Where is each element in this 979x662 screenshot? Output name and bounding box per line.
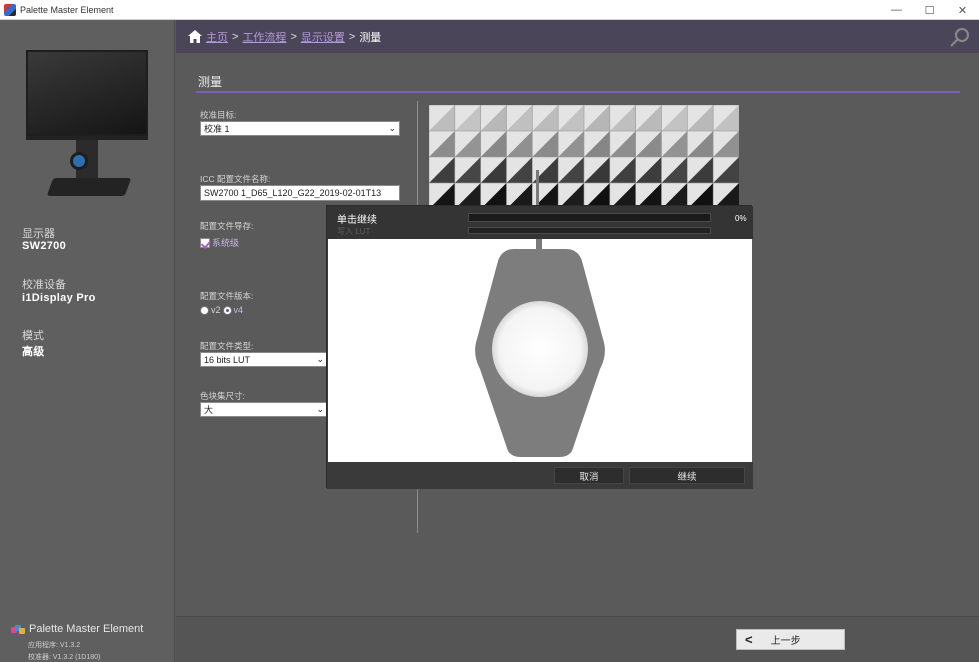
icc-name-field[interactable]: SW2700 1_D65_L120_G22_2019-02-01T13 xyxy=(200,185,400,201)
page-title: 测量 xyxy=(198,75,223,89)
crumb-workflow[interactable]: 工作流程 xyxy=(242,29,286,45)
chevron-down-icon: ⌄ xyxy=(316,354,324,364)
cancel-button[interactable]: 取消 xyxy=(554,467,624,484)
crumb-separator: > xyxy=(232,30,239,43)
device-label: 校准设备 xyxy=(22,279,66,291)
mode-value: 高级 xyxy=(22,346,45,358)
system-level-label: 系统级 xyxy=(212,238,240,248)
monitor-image xyxy=(26,50,150,205)
brand-logo-icon xyxy=(11,624,25,634)
display-value: SW2700 xyxy=(22,240,66,252)
profile-type-label: 配置文件类型: xyxy=(200,341,254,351)
radio-v4-label: v4 xyxy=(233,305,244,315)
crumb-current: 测量 xyxy=(359,31,382,44)
mode-label: 模式 xyxy=(22,330,44,342)
breadcrumb: 主页 > 工作流程 > 显示设置 > 测量 xyxy=(206,29,381,45)
footer-bar: < 上一步 xyxy=(176,616,979,662)
dialog-subtitle: 写入 LUT xyxy=(337,227,371,236)
crumb-display-settings[interactable]: 显示设置 xyxy=(301,29,345,45)
secondary-progress-bar xyxy=(468,227,711,234)
color-patch-grid xyxy=(429,105,739,209)
calibration-target-value: 校准 1 xyxy=(204,124,230,134)
progress-percent: 0% xyxy=(735,214,747,223)
profile-type-select[interactable]: 16 bits LUT ⌄ xyxy=(200,352,328,367)
chevron-left-icon: < xyxy=(745,632,753,647)
patch-size-value: 大 xyxy=(204,405,214,415)
sidebar: 显示器 SW2700 校准设备 i1Display Pro 模式 高级 Pale… xyxy=(0,20,175,662)
profile-type-value: 16 bits LUT xyxy=(204,354,251,365)
checkbox-checked-icon xyxy=(200,237,210,248)
chevron-down-icon: ⌄ xyxy=(388,123,396,133)
minimize-button[interactable]: — xyxy=(880,0,913,20)
icc-name-label: ICC 配置文件名称: xyxy=(200,174,271,184)
search-icon[interactable] xyxy=(949,26,971,48)
profile-version-radios: v2 v4 xyxy=(200,305,243,315)
patch-size-select[interactable]: 大 ⌄ xyxy=(200,402,328,417)
crumb-home[interactable]: 主页 xyxy=(206,29,228,45)
title-divider xyxy=(196,91,960,93)
app-version: 应用程序: V1.3.2 xyxy=(28,642,81,649)
device-value: i1Display Pro xyxy=(22,292,96,304)
radio-v4[interactable] xyxy=(222,305,232,315)
home-icon[interactable] xyxy=(188,30,202,43)
dialog-body xyxy=(328,239,752,462)
calibration-target-select[interactable]: 校准 1 ⌄ xyxy=(200,121,400,136)
profile-version-label: 配置文件版本: xyxy=(200,291,254,301)
progress-bar xyxy=(468,213,711,222)
chevron-down-icon: ⌄ xyxy=(316,404,324,414)
dialog-footer: 取消 继续 xyxy=(327,462,753,489)
calibration-target-label: 校准目标: xyxy=(200,110,237,120)
brand: Palette Master Element xyxy=(11,623,143,635)
radio-v2-label: v2 xyxy=(211,305,221,315)
back-button-label: 上一步 xyxy=(770,636,801,647)
continue-button[interactable]: 继续 xyxy=(629,467,745,484)
breadcrumb-bar: 主页 > 工作流程 > 显示设置 > 测量 xyxy=(176,20,979,53)
crumb-separator: > xyxy=(290,30,297,43)
maximize-button[interactable]: ☐ xyxy=(913,0,946,20)
profile-store-label: 配置文件导存: xyxy=(200,221,254,231)
colorimeter-illustration xyxy=(475,239,605,457)
measurement-dialog: 单击继续 写入 LUT 0% 取消 继续 xyxy=(326,205,753,489)
dialog-title: 单击继续 xyxy=(337,215,377,226)
display-label: 显示器 xyxy=(22,228,55,240)
close-button[interactable]: ✕ xyxy=(946,0,979,20)
window-titlebar: Palette Master Element — ☐ ✕ xyxy=(0,0,979,20)
system-level-checkbox[interactable]: 系统级 xyxy=(200,236,239,249)
crumb-separator: > xyxy=(348,30,356,43)
back-button[interactable]: < 上一步 xyxy=(736,629,845,650)
calibrator-version: 校准器: V1.3.2 (1D180) xyxy=(28,654,101,661)
window-title: Palette Master Element xyxy=(20,4,114,15)
window-controls: — ☐ ✕ xyxy=(880,0,979,20)
patch-size-label: 色块集尺寸: xyxy=(200,391,245,401)
dialog-header: 单击继续 写入 LUT 0% xyxy=(327,206,753,239)
radio-v2[interactable] xyxy=(200,305,209,315)
app-logo-icon xyxy=(4,3,16,16)
brand-name: Palette Master Element xyxy=(29,623,144,635)
